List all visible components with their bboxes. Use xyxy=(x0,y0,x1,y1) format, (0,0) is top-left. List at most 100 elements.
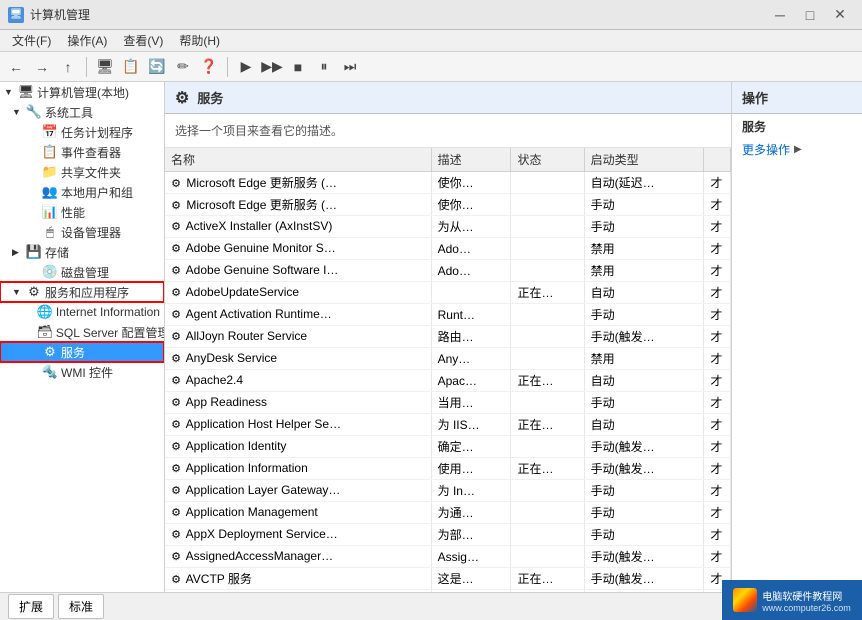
up-button[interactable]: ↑ xyxy=(56,55,80,79)
services-table: 名称 描述 状态 启动类型 ⚙ Microsoft Edge 更新服务 (… 使… xyxy=(165,148,731,592)
service-status-cell xyxy=(511,238,584,260)
service-icon: ⚙ xyxy=(169,220,183,234)
table-row[interactable]: ⚙ Microsoft Edge 更新服务 (… 使你… 手动 才 xyxy=(165,194,731,216)
table-row[interactable]: ⚙ ActiveX Installer (AxInstSV) 为从… 手动 才 xyxy=(165,216,731,238)
tree-item-root[interactable]: ▼ 🖥 计算机管理(本地) xyxy=(0,82,164,102)
table-row[interactable]: ⚙ Background Intelligent Tra… 使用… 手动 才 xyxy=(165,590,731,593)
table-row[interactable]: ⚙ AVCTP 服务 这是… 正在… 手动(触发… 才 xyxy=(165,568,731,590)
tree-item-storage[interactable]: ▶ 💾 存储 xyxy=(0,242,164,262)
pause-button[interactable]: ⏸ xyxy=(312,55,336,79)
service-status-cell xyxy=(511,326,584,348)
service-extra-cell: 才 xyxy=(704,502,731,524)
service-startup-cell: 手动 xyxy=(584,392,704,414)
service-startup-cell: 手动 xyxy=(584,304,704,326)
menu-view[interactable]: 查看(V) xyxy=(115,30,171,51)
expand-arrow: ▶ xyxy=(12,247,24,258)
tree-item-device-manager[interactable]: ▶ 🖱 设备管理器 xyxy=(0,222,164,242)
tab-expand[interactable]: 扩展 xyxy=(8,594,54,619)
table-row[interactable]: ⚙ Application Management 为通… 手动 才 xyxy=(165,502,731,524)
menu-action[interactable]: 操作(A) xyxy=(59,30,115,51)
tree-item-services-apps[interactable]: ▼ ⚙ 服务和应用程序 xyxy=(0,282,164,302)
menu-help[interactable]: 帮助(H) xyxy=(171,30,228,51)
table-row[interactable]: ⚙ Adobe Genuine Software I… Ado… 禁用 才 xyxy=(165,260,731,282)
tree-item-iis[interactable]: ▶ 🌐 Internet Information Se... xyxy=(0,302,164,322)
menu-file[interactable]: 文件(F) xyxy=(4,30,59,51)
tree-label: 本地用户和组 xyxy=(61,184,133,201)
table-row[interactable]: ⚙ AssignedAccessManager… Assig… 手动(触发… 才 xyxy=(165,546,731,568)
back-button[interactable]: ← xyxy=(4,55,28,79)
service-status-cell xyxy=(511,546,584,568)
table-row[interactable]: ⚙ Microsoft Edge 更新服务 (… 使你… 自动(延迟… 才 xyxy=(165,172,731,194)
table-row[interactable]: ⚙ Agent Activation Runtime… Runt… 手动 才 xyxy=(165,304,731,326)
service-status-cell xyxy=(511,348,584,370)
tab-standard[interactable]: 标准 xyxy=(58,594,104,619)
tree-item-wmi[interactable]: ▶ 🔩 WMI 控件 xyxy=(0,362,164,382)
help-button[interactable]: ❓ xyxy=(197,55,221,79)
table-row[interactable]: ⚙ Application Identity 确定… 手动(触发… 才 xyxy=(165,436,731,458)
col-desc[interactable]: 描述 xyxy=(431,148,511,172)
service-extra-cell: 才 xyxy=(704,414,731,436)
tree-item-task-scheduler[interactable]: ▶ 📅 任务计划程序 xyxy=(0,122,164,142)
col-startup[interactable]: 启动类型 xyxy=(584,148,704,172)
resume-button[interactable]: ▶▶ xyxy=(260,55,284,79)
show-hide-button[interactable]: 🖥 xyxy=(93,55,117,79)
table-row[interactable]: ⚙ AllJoyn Router Service 路由… 手动(触发… 才 xyxy=(165,326,731,348)
tree-item-event-viewer[interactable]: ▶ 📋 事件查看器 xyxy=(0,142,164,162)
service-status-cell xyxy=(511,480,584,502)
start-button[interactable]: ▶ xyxy=(234,55,258,79)
tree-label: 服务和应用程序 xyxy=(45,284,129,301)
table-row[interactable]: ⚙ Apache2.4 Apac… 正在… 自动 才 xyxy=(165,370,731,392)
export-button[interactable]: ✏ xyxy=(171,55,195,79)
table-row[interactable]: ⚙ Application Layer Gateway… 为 In… 手动 才 xyxy=(165,480,731,502)
tree-item-sql-config[interactable]: ▶ 🗃 SQL Server 配置管理器 xyxy=(0,322,164,342)
service-name-cell: ⚙ AdobeUpdateService xyxy=(165,282,431,304)
tree-item-shared-folders[interactable]: ▶ 📁 共享文件夹 xyxy=(0,162,164,182)
table-row[interactable]: ⚙ AnyDesk Service Any… 禁用 才 xyxy=(165,348,731,370)
tree-item-disk-management[interactable]: ▶ 💿 磁盘管理 xyxy=(0,262,164,282)
minimize-button[interactable]: ─ xyxy=(766,5,794,25)
service-status-cell xyxy=(511,392,584,414)
services-table-area[interactable]: 名称 描述 状态 启动类型 ⚙ Microsoft Edge 更新服务 (… 使… xyxy=(165,148,731,592)
table-row[interactable]: ⚙ Application Information 使用… 正在… 手动(触发…… xyxy=(165,458,731,480)
close-button[interactable]: ✕ xyxy=(826,5,854,25)
tree-item-local-users[interactable]: ▶ 👥 本地用户和组 xyxy=(0,182,164,202)
service-icon: ⚙ xyxy=(169,550,183,564)
col-extra[interactable] xyxy=(704,148,731,172)
window-controls[interactable]: ─ □ ✕ xyxy=(766,5,854,25)
service-name-cell: ⚙ Application Identity xyxy=(165,436,431,458)
tree-item-system-tools[interactable]: ▼ 🔧 系统工具 xyxy=(0,102,164,122)
service-desc-cell: 这是… xyxy=(431,568,511,590)
service-icon: ⚙ xyxy=(42,344,58,360)
service-startup-cell: 禁用 xyxy=(584,238,704,260)
service-desc-cell: Ado… xyxy=(431,260,511,282)
tree-item-performance[interactable]: ▶ 📊 性能 xyxy=(0,202,164,222)
action-more-operations[interactable]: 更多操作 ▶ xyxy=(732,137,862,162)
col-name[interactable]: 名称 xyxy=(165,148,431,172)
maximize-button[interactable]: □ xyxy=(796,5,824,25)
service-name-cell: ⚙ ActiveX Installer (AxInstSV) xyxy=(165,216,431,238)
tree-label: Internet Information Se... xyxy=(56,305,165,319)
service-desc-cell: Runt… xyxy=(431,304,511,326)
col-status[interactable]: 状态 xyxy=(511,148,584,172)
stop-button[interactable]: ■ xyxy=(286,55,310,79)
refresh-button[interactable]: 🔄 xyxy=(145,55,169,79)
table-row[interactable]: ⚙ Application Host Helper Se… 为 IIS… 正在…… xyxy=(165,414,731,436)
table-row[interactable]: ⚙ App Readiness 当用… 手动 才 xyxy=(165,392,731,414)
service-startup-cell: 手动(触发… xyxy=(584,326,704,348)
service-desc-cell: Apac… xyxy=(431,370,511,392)
service-icon: ⚙ xyxy=(169,330,183,344)
forward-button[interactable]: → xyxy=(30,55,54,79)
restart-button[interactable]: ⏭ xyxy=(338,55,362,79)
actions-section-services: 服务 xyxy=(732,114,862,137)
properties-button[interactable]: 📋 xyxy=(119,55,143,79)
table-row[interactable]: ⚙ Adobe Genuine Monitor S… Ado… 禁用 才 xyxy=(165,238,731,260)
service-desc-cell: 使你… xyxy=(431,172,511,194)
table-row[interactable]: ⚙ AdobeUpdateService 正在… 自动 才 xyxy=(165,282,731,304)
service-startup-cell: 手动 xyxy=(584,524,704,546)
table-row[interactable]: ⚙ AppX Deployment Service… 为部… 手动 才 xyxy=(165,524,731,546)
service-icon: ⚙ xyxy=(169,440,183,454)
tree-item-services[interactable]: ▶ ⚙ 服务 xyxy=(0,342,164,362)
left-tree-panel: ▼ 🖥 计算机管理(本地) ▼ 🔧 系统工具 ▶ 📅 任务计划程序 ▶ 📋 事件… xyxy=(0,82,165,592)
tree-label: 性能 xyxy=(61,204,85,221)
service-desc-cell: 为通… xyxy=(431,502,511,524)
